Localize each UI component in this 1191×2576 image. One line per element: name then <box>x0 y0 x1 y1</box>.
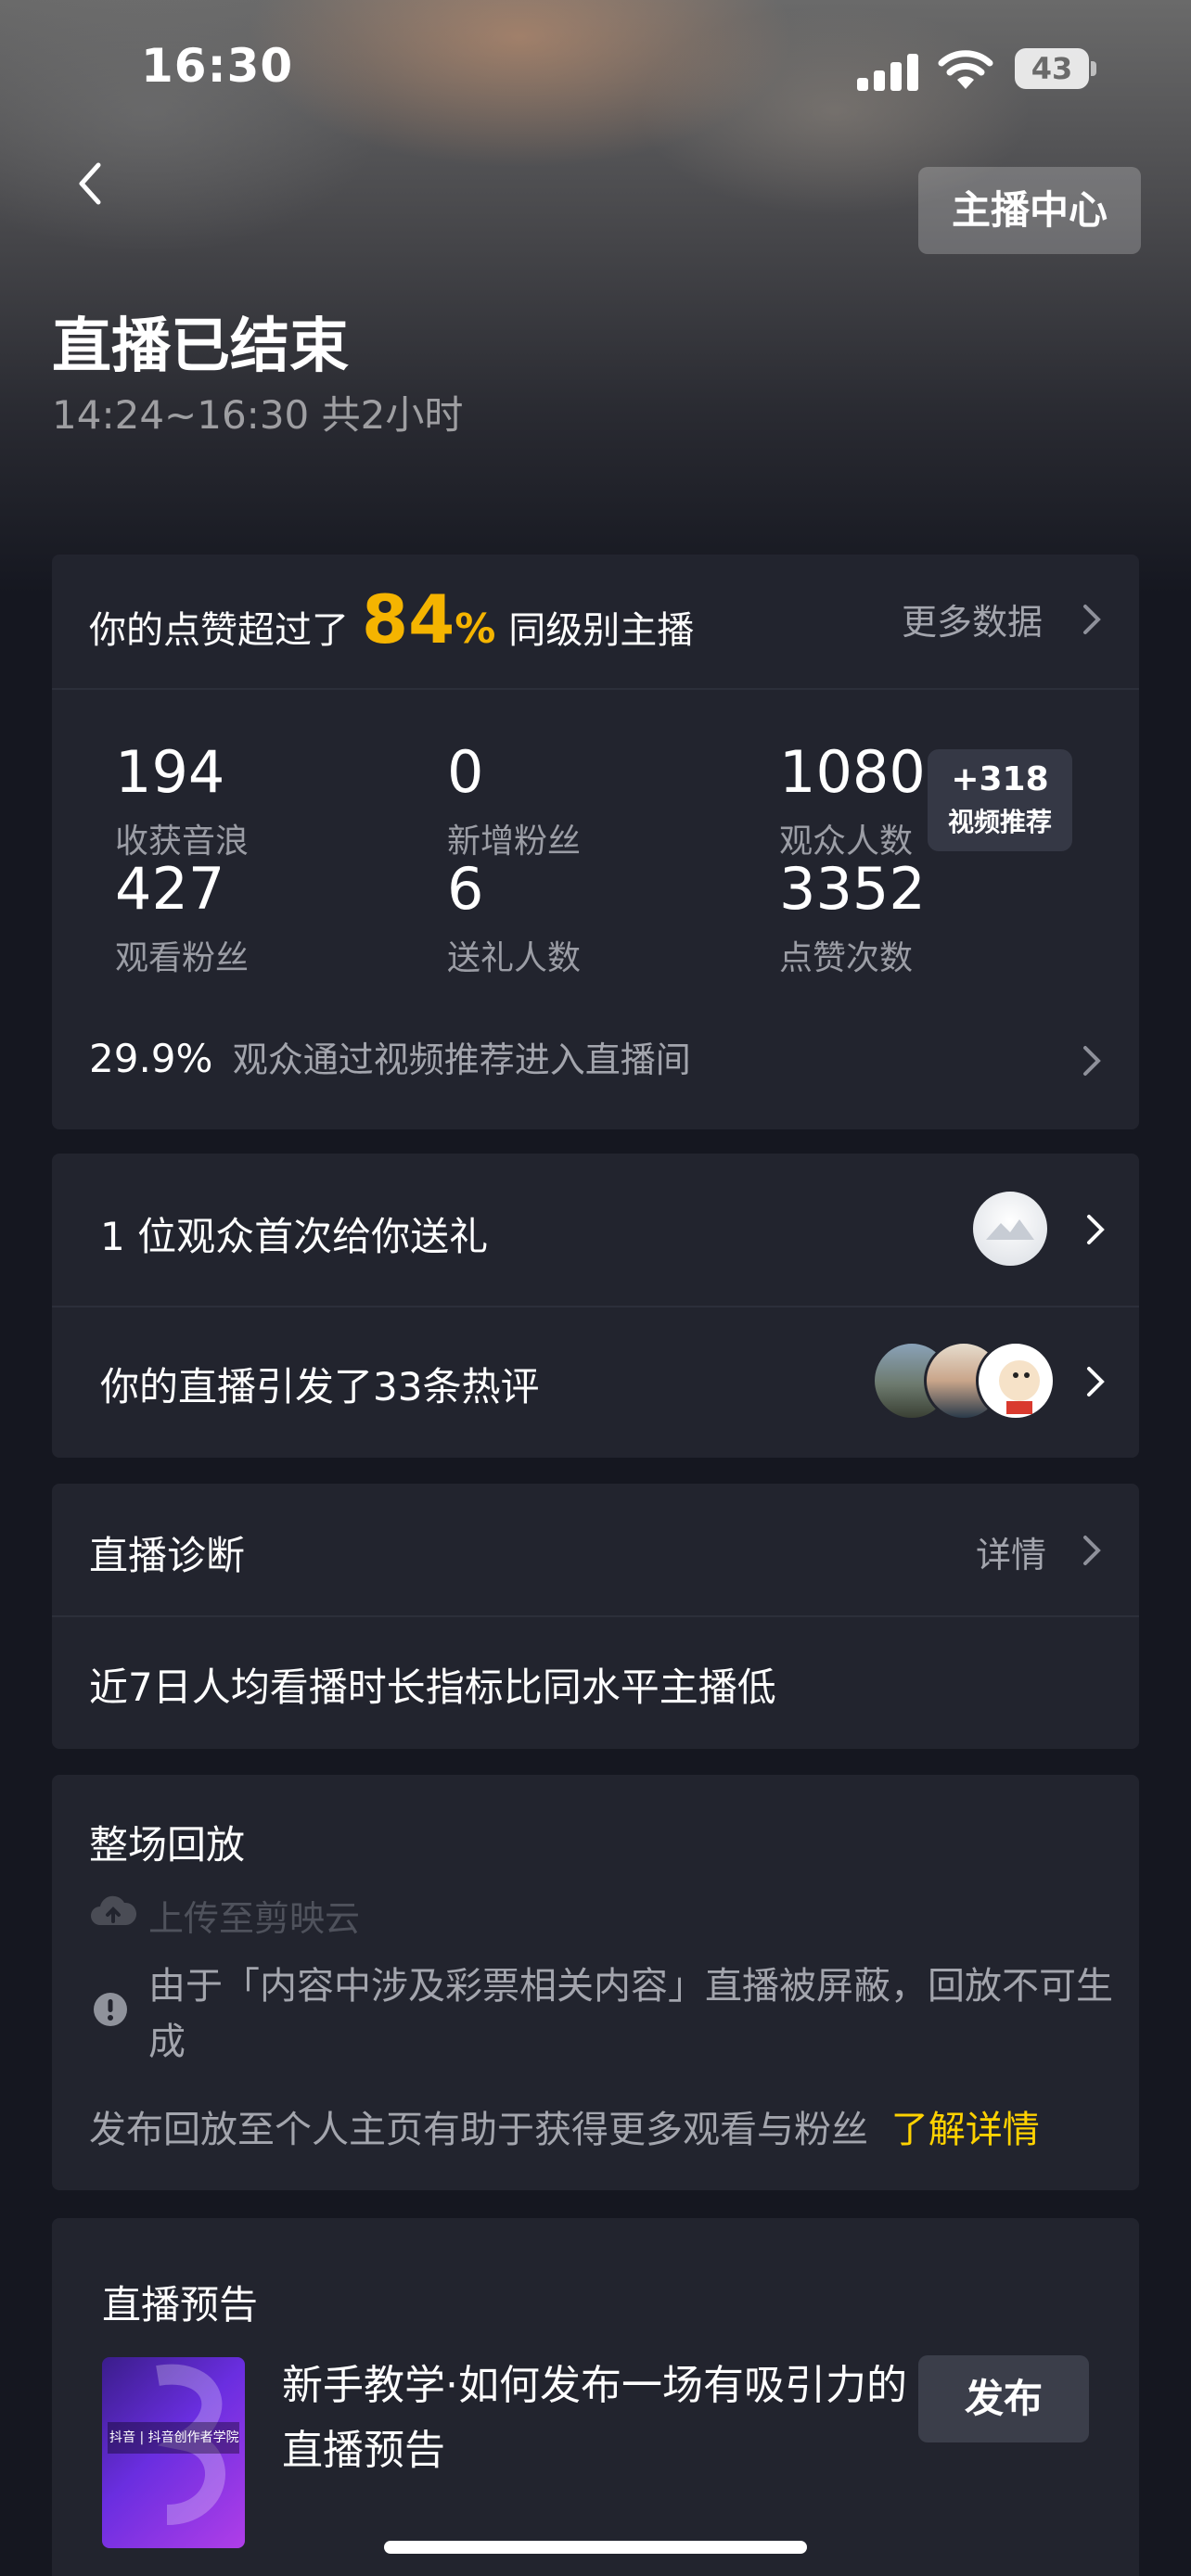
upload-to-cloud-label: 上传至剪映云 <box>148 1898 361 1939</box>
replay-title: 整场回放 <box>89 1822 246 1868</box>
diagnosis-title: 直播诊断 <box>89 1533 246 1578</box>
chevron-right-icon <box>1087 1215 1105 1244</box>
wifi-icon <box>938 50 993 89</box>
stat-value-viewers: 1080 <box>779 738 926 806</box>
recommend-percent: 29.9% <box>89 1036 213 1081</box>
host-center-button[interactable]: 主播中心 <box>918 167 1141 254</box>
likes-ranking: 你的点赞超过了 84 % 同级别主播 <box>89 580 695 658</box>
hot-comments-row[interactable]: 你的直播引发了33条热评 <box>52 1307 1139 1458</box>
live-duration: 14:24~16:30 共2小时 <box>52 392 464 438</box>
stat-value-gifters: 6 <box>447 855 484 923</box>
divider <box>52 1615 1139 1617</box>
ranking-prefix: 你的点赞超过了 <box>89 609 349 652</box>
diagnosis-card: 直播诊断 详情 近7日人均看播时长指标比同水平主播低 <box>52 1484 1139 1749</box>
home-indicator[interactable] <box>384 2541 807 2554</box>
preview-title: 直播预告 <box>102 2282 259 2327</box>
hot-comments-text: 你的直播引发了33条热评 <box>100 1364 540 1409</box>
recommend-row[interactable]: 29.9% 观众通过视频推荐进入直播间 <box>89 1031 691 1082</box>
replay-blocked-message: 由于「内容中涉及彩票相关内容」直播被屏蔽，回放不可生成 <box>148 1965 1113 2063</box>
chevron-right-icon <box>1083 605 1101 634</box>
video-recommend-badge: +318 视频推荐 <box>928 749 1072 851</box>
cloud-upload-icon <box>91 1895 137 1925</box>
replay-tip-text: 发布回放至个人主页有助于获得更多观看与粉丝 <box>89 2109 868 2151</box>
stat-value-likes: 3352 <box>779 855 926 923</box>
badge-label: 视频推荐 <box>947 807 1052 837</box>
thumbnail-caption: 抖音 | 抖音创作者学院 <box>109 2430 239 2445</box>
first-gift-text: 1 位观众首次给你送礼 <box>100 1214 489 1259</box>
stat-label-likes: 点赞次数 <box>779 939 914 977</box>
page-title: 直播已结束 <box>52 312 349 381</box>
battery-icon: 43 <box>1015 48 1096 89</box>
preview-thumbnail[interactable]: 抖音 | 抖音创作者学院 <box>102 2357 245 2548</box>
avatar <box>970 1189 1050 1269</box>
chevron-right-icon[interactable] <box>1078 1042 1106 1079</box>
ranking-percent-sign: % <box>455 606 496 653</box>
badge-value: +318 <box>951 760 1049 798</box>
cellular-signal-icon <box>857 54 920 91</box>
publish-button[interactable]: 发布 <box>918 2355 1089 2442</box>
learn-more-link[interactable]: 了解详情 <box>891 2109 1040 2151</box>
divider <box>52 688 1139 690</box>
first-gift-row[interactable]: 1 位观众首次给你送礼 <box>52 1154 1139 1306</box>
replay-card: 整场回放 上传至剪映云 由于「内容中涉及彩票相关内容」直播被屏蔽，回放不可生成 … <box>52 1775 1139 2190</box>
chevron-right-icon <box>1087 1367 1105 1396</box>
mountain-icon <box>986 1219 1034 1240</box>
cartoon-face-icon <box>999 1360 1040 1414</box>
stat-value-new-fans: 0 <box>447 738 484 806</box>
stat-value-watching-fans: 427 <box>115 855 225 923</box>
back-chevron-icon[interactable] <box>65 156 121 211</box>
stat-value-audio-waves: 194 <box>115 738 225 806</box>
stat-label-watching-fans: 观看粉丝 <box>115 939 250 977</box>
chevron-right-icon <box>1083 1536 1101 1565</box>
thumbnail-graphic <box>108 2364 239 2525</box>
replay-tip: 发布回放至个人主页有助于获得更多观看与粉丝 了解详情 <box>89 2099 1040 2153</box>
warning-icon <box>94 1993 127 2026</box>
diagnosis-message: 近7日人均看播时长指标比同水平主播低 <box>89 1664 776 1710</box>
more-data-link[interactable]: 更多数据 <box>902 593 1043 644</box>
preview-description[interactable]: 新手教学·如何发布一场有吸引力的直播预告 <box>282 2353 913 2483</box>
diagnosis-detail-link[interactable]: 详情 <box>976 1526 1046 1577</box>
ranking-percent: 84 <box>362 580 455 658</box>
avatar <box>976 1341 1056 1421</box>
battery-level: 43 <box>1031 51 1073 86</box>
interactions-card: 1 位观众首次给你送礼 你的直播引发了33条热评 <box>52 1154 1139 1458</box>
ranking-suffix: 同级别主播 <box>508 609 695 652</box>
stat-label-gifters: 送礼人数 <box>447 939 582 977</box>
recommend-text: 观众通过视频推荐进入直播间 <box>232 1039 691 1080</box>
status-time: 16:30 <box>141 39 294 93</box>
